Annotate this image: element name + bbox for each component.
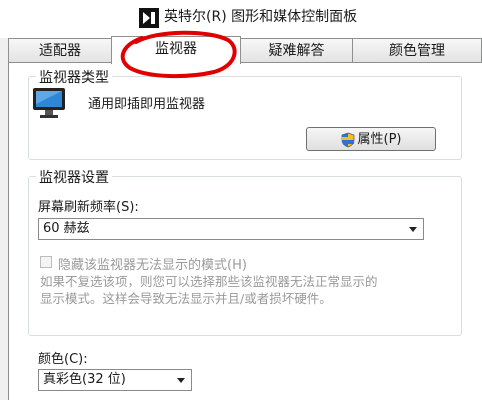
refresh-rate-value: 60 赫兹 — [43, 221, 90, 236]
refresh-rate-select[interactable]: 60 赫兹 — [38, 218, 424, 240]
chevron-down-icon — [177, 378, 185, 383]
chevron-down-icon — [409, 227, 417, 232]
intel-graphics-icon — [139, 8, 159, 28]
refresh-rate-label: 屏幕刷新频率(S): — [38, 200, 139, 215]
tab-troubleshoot[interactable]: 疑难解答 — [240, 38, 353, 63]
monitor-icon — [33, 88, 65, 118]
shield-icon — [341, 132, 354, 147]
colors-label: 颜色(C): — [38, 352, 88, 367]
properties-button[interactable]: 属性(P) — [306, 127, 436, 151]
tab-monitor[interactable]: 监视器 — [111, 36, 241, 64]
hide-modes-checkbox[interactable] — [40, 256, 52, 268]
properties-button-label: 属性(P) — [357, 132, 402, 147]
monitor-name: 通用即插即用监视器 — [88, 97, 206, 112]
hide-modes-description-line2: 显示模式。这样会导致无法显示并且/或者损坏硬件。 — [40, 291, 332, 306]
colors-value: 真彩色(32 位) — [43, 372, 126, 387]
colors-select[interactable]: 真彩色(32 位) — [38, 369, 192, 391]
hide-modes-label: 隐藏该监视器无法显示的模式(H) — [58, 258, 247, 273]
tab-strip: 适配器 监视器 疑难解答 颜色管理 — [0, 36, 482, 64]
tab-color-management[interactable]: 颜色管理 — [352, 38, 482, 63]
title-bar: 英特尔(R) 图形和媒体控制面板 — [0, 0, 482, 38]
window-title: 英特尔(R) 图形和媒体控制面板 — [164, 9, 358, 25]
hide-modes-description-line1: 如果不复选该项，则您可以选择那些该监视器无法正常显示的 — [40, 274, 378, 289]
tab-adapter[interactable]: 适配器 — [8, 38, 112, 63]
monitor-settings-title: 监视器设置 — [36, 167, 112, 187]
